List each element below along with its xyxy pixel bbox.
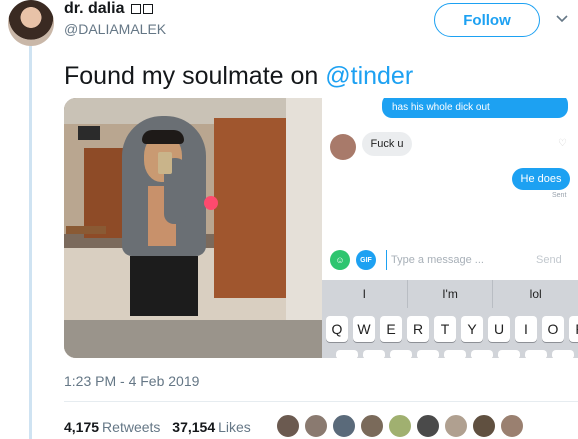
tweet: dr. dalia @DALIAMALEK Follow Found my so… — [0, 0, 578, 439]
likers-avatars — [276, 414, 524, 438]
tweet-media[interactable]: has his whole dick out Fuck u ♡ He does … — [64, 98, 578, 358]
selfie-photo[interactable] — [64, 98, 322, 358]
display-name-text[interactable]: dr. dalia — [64, 0, 124, 17]
key: T — [434, 316, 456, 342]
likes-count[interactable]: 37,154 — [172, 419, 215, 435]
liker-avatar[interactable] — [472, 414, 496, 438]
heart-icon: ♡ — [558, 138, 567, 149]
author-display-name[interactable]: dr. dalia — [64, 0, 153, 19]
thread-line — [29, 46, 32, 439]
liker-avatar[interactable] — [360, 414, 384, 438]
tweet-timestamp[interactable]: 1:23 PM - 4 Feb 2019 — [64, 373, 199, 389]
divider — [64, 401, 578, 402]
liker-avatar[interactable] — [276, 414, 300, 438]
follow-button[interactable]: Follow — [434, 3, 540, 37]
chat-bubble-incoming: Fuck u — [362, 132, 412, 156]
keyboard-row-partial — [336, 350, 574, 358]
key: O — [542, 316, 564, 342]
chat-send-label: Send — [536, 254, 562, 266]
suggestion-item: lol — [529, 287, 542, 301]
key: Q — [326, 316, 348, 342]
liker-avatar[interactable] — [332, 414, 356, 438]
liker-avatar[interactable] — [500, 414, 524, 438]
flag-emoji-icon — [129, 1, 153, 19]
liker-avatar[interactable] — [388, 414, 412, 438]
suggestion-item: I — [322, 280, 408, 308]
chat-screenshot[interactable]: has his whole dick out Fuck u ♡ He does … — [322, 98, 578, 358]
mention-link[interactable]: @tinder — [325, 62, 413, 90]
liker-avatar[interactable] — [304, 414, 328, 438]
suggestion-item: I'm — [408, 280, 494, 308]
key: Y — [461, 316, 483, 342]
author-avatar[interactable] — [8, 0, 54, 46]
chevron-down-icon[interactable] — [555, 12, 569, 26]
keyboard: I I'm lol Q W E R T Y U I O P — [322, 280, 578, 358]
key: I — [515, 316, 537, 342]
retweets-count[interactable]: 4,175 — [64, 419, 99, 435]
liker-avatar[interactable] — [416, 414, 440, 438]
tweet-stats: 4,175 Retweets 37,154 Likes — [64, 419, 259, 435]
keyboard-row: Q W E R T Y U I O P — [326, 316, 578, 342]
match-avatar — [330, 134, 356, 160]
likes-label[interactable]: Likes — [218, 419, 251, 435]
keyboard-suggestions: I I'm lol — [322, 280, 578, 308]
gif-icon: GIF — [356, 250, 376, 270]
key: P — [569, 316, 578, 342]
tweet-text: Found my soulmate on @tinder — [64, 62, 413, 91]
key: E — [380, 316, 402, 342]
sent-status: Sent — [552, 192, 567, 199]
chat-bubble-outgoing-top: has his whole dick out — [382, 98, 568, 118]
retweets-label[interactable]: Retweets — [102, 419, 160, 435]
chat-message-input: Type a message ... — [386, 250, 506, 270]
sticker-icon: ☺ — [330, 250, 350, 270]
author-handle[interactable]: @DALIAMALEK — [64, 21, 166, 37]
key: U — [488, 316, 510, 342]
chat-bubble-outgoing: He does — [512, 168, 570, 190]
tweet-text-body: Found my soulmate on — [64, 62, 326, 90]
key: R — [407, 316, 429, 342]
liker-avatar[interactable] — [444, 414, 468, 438]
key: W — [353, 316, 375, 342]
